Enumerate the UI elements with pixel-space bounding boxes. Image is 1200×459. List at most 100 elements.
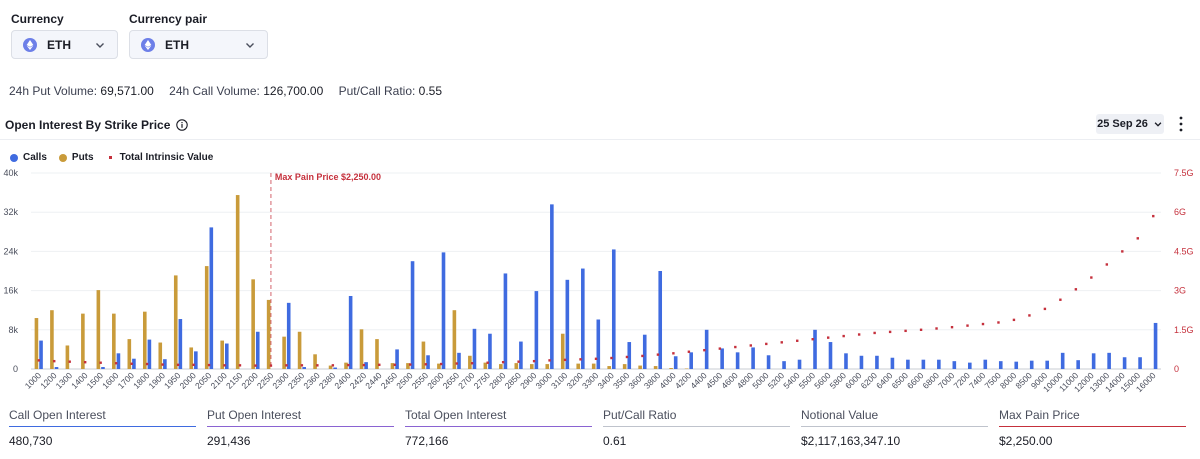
summary-item: Max Pain Price $2,250.00	[999, 408, 1186, 448]
intrinsic-point	[53, 359, 56, 363]
call-bar	[673, 356, 678, 369]
intrinsic-point	[470, 362, 474, 365]
summary-value: 772,166	[405, 434, 449, 448]
y2-tick-label: 1.5G	[1174, 325, 1194, 335]
summary-underline	[9, 426, 196, 427]
intrinsic-point	[1105, 263, 1109, 266]
intrinsic-point	[161, 363, 164, 366]
intrinsic-point	[532, 359, 536, 363]
put-bar	[638, 365, 642, 369]
intrinsic-point	[1059, 298, 1062, 301]
call-bar	[813, 329, 817, 369]
intrinsic-point	[455, 362, 458, 365]
put-bar	[499, 364, 503, 369]
call-bar	[519, 341, 523, 369]
more-options-icon[interactable]	[1174, 114, 1188, 134]
intrinsic-point	[610, 356, 613, 360]
put-volume-value: 69,571.00	[100, 84, 154, 98]
intrinsic-point	[207, 363, 211, 367]
put-call-ratio-value: 0.55	[418, 84, 443, 98]
summary-underline	[801, 426, 988, 427]
section-title: Open Interest By Strike Price	[5, 118, 189, 132]
call-bar	[101, 367, 105, 369]
intrinsic-point	[176, 363, 180, 367]
currency-value: ETH	[47, 37, 71, 52]
call-bar	[983, 359, 988, 369]
expiry-date-select[interactable]: 25 Sep 26	[1096, 114, 1164, 134]
call-bar	[1076, 360, 1080, 369]
y-tick-label: 0	[13, 364, 18, 374]
summary-underline	[603, 426, 790, 427]
info-icon[interactable]	[176, 119, 189, 131]
intrinsic-point	[114, 362, 118, 365]
call-bar	[54, 367, 59, 369]
put-bar	[607, 366, 611, 369]
intrinsic-point	[718, 347, 722, 350]
intrinsic-point	[362, 363, 366, 367]
call-bar	[194, 351, 198, 369]
intrinsic-point	[641, 354, 644, 358]
summary-value: 0.61	[603, 434, 627, 448]
intrinsic-point	[888, 330, 892, 334]
put-bar	[560, 333, 565, 369]
currency-select[interactable]: ETH	[11, 30, 118, 59]
intrinsic-point	[625, 355, 629, 359]
call-bar	[395, 349, 399, 369]
call-bar	[968, 362, 972, 369]
put-bar	[112, 313, 116, 369]
intrinsic-point	[935, 327, 938, 330]
call-bar	[1107, 352, 1111, 369]
intrinsic-point	[145, 362, 149, 366]
call-bar	[689, 352, 693, 369]
call-bar	[426, 355, 430, 369]
put-bar	[669, 368, 673, 369]
call-bar	[302, 367, 306, 369]
summary-item: Notional Value $2,117,163,347.10	[801, 408, 988, 448]
call-bar	[906, 359, 910, 369]
call-volume-label: 24h Call Volume:	[169, 84, 260, 98]
call-bar	[116, 353, 121, 369]
intrinsic-point	[857, 333, 861, 336]
call-bar	[642, 334, 647, 369]
summary-item: Put Open Interest 291,436	[207, 408, 394, 448]
call-bar	[209, 227, 214, 369]
call-bar	[844, 353, 848, 369]
intrinsic-point	[796, 339, 799, 342]
intrinsic-point	[919, 328, 923, 331]
put-bar	[142, 311, 147, 369]
call-bar	[1029, 360, 1034, 369]
put-call-ratio-label: Put/Call Ratio:	[338, 84, 416, 98]
intrinsic-point	[966, 324, 969, 327]
intrinsic-point	[826, 336, 830, 339]
intrinsic-point	[981, 322, 985, 326]
summary-item: Call Open Interest 480,730	[9, 408, 196, 448]
put-bar	[545, 364, 550, 369]
intrinsic-point	[254, 364, 257, 367]
intrinsic-point	[687, 350, 691, 353]
call-bar	[178, 319, 183, 369]
call-bar	[875, 355, 879, 369]
intrinsic-point	[950, 325, 954, 329]
y2-tick-label: 4.5G	[1174, 246, 1194, 256]
currency-pair-label: Currency pair	[129, 12, 208, 26]
chevron-down-icon	[96, 42, 104, 48]
intrinsic-point	[130, 362, 133, 365]
summary-label: Call Open Interest	[9, 408, 106, 422]
call-bar	[1091, 353, 1096, 369]
intrinsic-point	[1152, 214, 1155, 218]
y-tick-label: 32k	[3, 207, 18, 217]
intrinsic-point	[1028, 314, 1031, 317]
currency-pair-select[interactable]: ETH	[129, 30, 268, 59]
put-bar	[359, 329, 364, 369]
call-bar	[627, 342, 632, 369]
call-bar	[255, 331, 260, 369]
intrinsic-point	[99, 361, 102, 364]
call-bar	[998, 361, 1003, 369]
eth-icon	[141, 37, 155, 52]
intrinsic-point	[1043, 307, 1047, 311]
put-bar	[96, 290, 101, 369]
call-bar	[828, 342, 833, 369]
y-tick-label: 16k	[3, 286, 18, 296]
intrinsic-point	[563, 358, 567, 362]
intrinsic-point	[409, 363, 412, 366]
